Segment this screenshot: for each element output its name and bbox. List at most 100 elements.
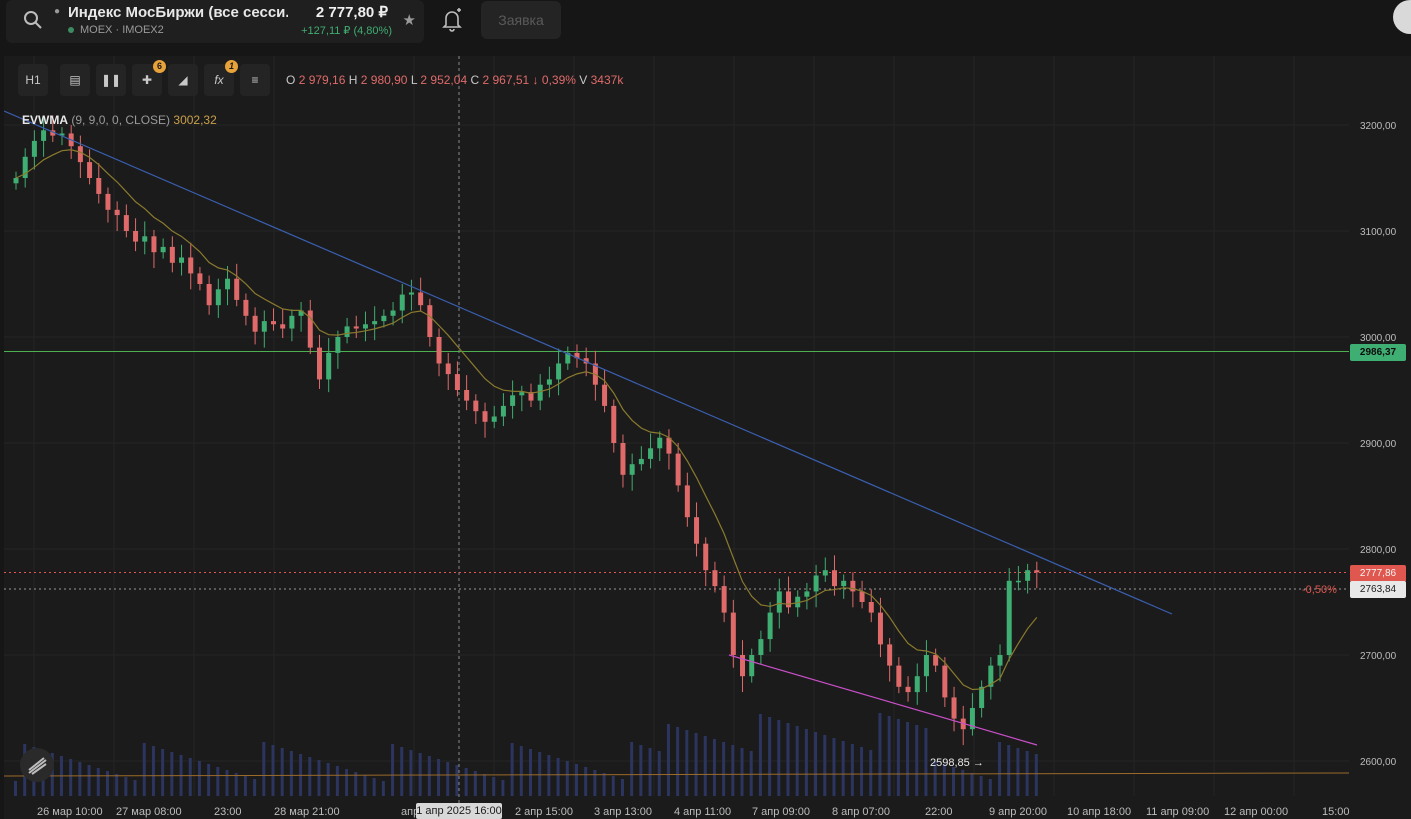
candle-body (436, 337, 442, 364)
volume-bar (924, 728, 928, 796)
candle-body (629, 464, 635, 475)
volume-bar (538, 752, 542, 796)
volume-bar (998, 742, 1002, 796)
candle-body (767, 612, 773, 640)
down-arrow-icon: ↓ (532, 73, 539, 87)
candle-body (87, 162, 93, 178)
volume-bar (565, 761, 569, 796)
ticker-name: Индекс МосБиржи (все сесси... (68, 4, 288, 21)
volume-bar (69, 759, 73, 796)
volume-bar (722, 742, 726, 796)
candle-body (445, 363, 451, 375)
x-tick-label: 23:00 (214, 806, 242, 818)
volume-bar (345, 769, 349, 796)
volume-bar (161, 749, 165, 796)
volume-bar (574, 764, 578, 796)
volume-bar (133, 780, 137, 796)
indicators-icon[interactable]: fx 1 (204, 60, 238, 96)
volume-bar (409, 750, 413, 796)
star-icon[interactable]: ★ (403, 11, 416, 29)
avatar[interactable] (1393, 0, 1411, 34)
candle-body (556, 363, 562, 380)
price-chart[interactable] (4, 56, 1411, 819)
x-tick-label: 28 мар 21:00 (274, 806, 340, 818)
volume-bar (326, 763, 330, 796)
candle-type-icon[interactable]: ❚❚ (96, 64, 126, 96)
candle-body (749, 655, 755, 677)
order-button[interactable]: Заявка (481, 1, 561, 39)
volume-bar (289, 751, 293, 796)
volume-bar (703, 736, 707, 796)
volume-bar (262, 742, 266, 796)
volume-bar (887, 716, 891, 796)
candle-body (454, 374, 460, 390)
volume-bar (915, 725, 919, 796)
broker-logo-icon (20, 748, 54, 782)
alert-bell-icon[interactable] (441, 8, 463, 37)
candle-body (1006, 580, 1012, 655)
candle-body (353, 326, 359, 329)
candle-body (326, 352, 332, 380)
x-tick-label: 22:00 (925, 806, 953, 818)
candle-body (316, 347, 322, 380)
candle-body (896, 665, 902, 687)
volume-bar (758, 714, 762, 796)
ohlc-change: ↓ 0,39% (533, 73, 576, 87)
volume-bar (694, 733, 698, 796)
candle-body (114, 209, 120, 216)
candle-body (620, 443, 626, 475)
candle-body (979, 686, 985, 708)
ticker-selector[interactable]: ● Индекс МосБиржи (все сесси... MOEX · I… (6, 0, 424, 43)
candle-body (133, 231, 139, 242)
candle-body (923, 655, 929, 677)
candle-body (261, 321, 267, 332)
ticker-price: 2 777,80 ₽ (315, 4, 388, 21)
candle-body (500, 405, 506, 417)
drawing-tools-icon[interactable]: ✚ 6 (132, 60, 166, 96)
volume-bar (372, 778, 376, 796)
candle-body (648, 448, 654, 459)
volume-bar (391, 744, 395, 796)
compare-icon[interactable]: ▤ (60, 64, 90, 96)
volume-bar (197, 761, 201, 796)
last-price-tag: 2777,86 (1350, 565, 1406, 582)
candle-body (362, 324, 368, 329)
candle-body (703, 543, 709, 571)
status-dot-icon (68, 27, 74, 34)
search-icon[interactable] (22, 9, 44, 36)
volume-bar (630, 742, 634, 796)
candle-body (234, 278, 240, 300)
settings-sliders-icon[interactable]: ≡ (240, 64, 270, 96)
volume-bar (648, 748, 652, 796)
candle-body (730, 612, 736, 655)
candle-body (13, 178, 19, 184)
chart-area[interactable] (4, 56, 1411, 819)
volume-bar (850, 744, 854, 796)
volume-bar (749, 751, 753, 796)
volume-bar (878, 713, 882, 796)
volume-bar (446, 762, 450, 796)
candle-body (666, 437, 672, 454)
candle-body (546, 379, 552, 385)
y-tick-label: 3000,00 (1360, 333, 1397, 344)
volume-bar (188, 758, 192, 796)
candle-body (712, 570, 718, 587)
ohlc-close: 2 967,51 (482, 73, 530, 87)
ohlc-low: 2 952,04 (420, 73, 468, 87)
volume-bar (87, 765, 91, 796)
volume-bar (170, 752, 174, 796)
volume-bar (142, 743, 146, 796)
drawing-badge: 6 (153, 60, 166, 73)
volume-bar (234, 773, 238, 796)
volume-bar (510, 743, 514, 796)
candle-body (510, 395, 516, 406)
volume-bar (731, 745, 735, 796)
interval-button[interactable]: H1 (18, 64, 48, 96)
indicator-legend[interactable]: EVWMA (9, 9,0, 0, CLOSE) 3002,32 (22, 113, 217, 127)
candle-body (160, 246, 166, 253)
ohlc-h-label: H (348, 73, 358, 87)
candle-body (804, 591, 810, 597)
ruler-icon[interactable]: ◢ (168, 64, 198, 96)
volume-bar (584, 767, 588, 796)
candle-body (611, 405, 617, 443)
